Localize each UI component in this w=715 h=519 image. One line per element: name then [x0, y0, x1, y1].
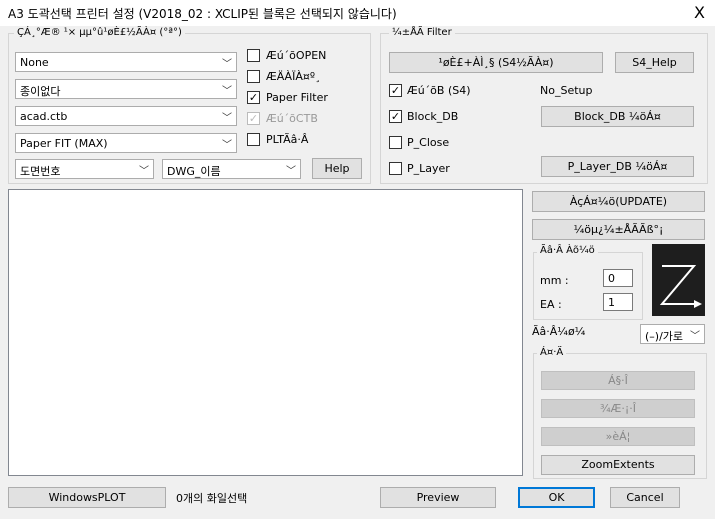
close-icon[interactable]: X [694, 3, 705, 22]
scale-combo[interactable]: Paper FIT (MAX) ﹀ [15, 133, 237, 153]
view-button-3[interactable]: »èÁ¦ [541, 427, 695, 446]
windows-plot-button[interactable]: WindowsPLOT [8, 487, 166, 508]
plot-order-combo[interactable]: (–)/가로 ﹀ [640, 324, 705, 344]
view-button-2[interactable]: ¾Æ·¡·Î [541, 399, 695, 418]
checkbox-p-close-label: P_Close [407, 136, 450, 149]
checkbox-folder-ctb: ✓ [247, 112, 260, 125]
block-db-edit-button[interactable]: Block_DB ¼öÁ¤ [541, 106, 694, 127]
printer-settings-group-label: ÇÁ¸°Æ® ¹× µµ°û¹øÈ£½ÃÀ¤ (°ª°) [14, 27, 185, 38]
no-setup-label: No_Setup [540, 84, 593, 97]
checkbox-file-info-label: ÆÄÀÏÀ¤º¸ [266, 70, 321, 83]
update-button[interactable]: ÀçÁ¤¼ö(UPDATE) [532, 191, 705, 212]
number-name-button[interactable]: ¹øÈ£+ÀÌ¸§ (S4½ÃÀ¤) [389, 52, 603, 73]
checkbox-folder-open[interactable] [247, 49, 260, 62]
cancel-button[interactable]: Cancel [610, 487, 680, 508]
view-button-1[interactable]: Á§·Î [541, 371, 695, 390]
chevron-down-icon: ﹀ [222, 86, 232, 97]
plot-order-label: Ãâ·Â¼ø¼­ [532, 325, 586, 338]
checkbox-paper-filter-label: Paper Filter [266, 91, 328, 104]
s4-help-button[interactable]: S4_Help [615, 52, 694, 73]
checkbox-folder-ctb-label: Æú´õCTB [266, 112, 318, 125]
plot-order-preview-icon [652, 244, 705, 316]
chevron-down-icon: ﹀ [222, 140, 232, 151]
preview-button[interactable]: Preview [380, 487, 496, 508]
checkbox-paper-filter[interactable]: ✓ [247, 91, 260, 104]
file-list[interactable] [8, 189, 523, 476]
filter-group-label: ¼±ÅÃ Filter [389, 27, 455, 38]
copies-group-label: Ãâ·Â Àõ¼ö [537, 245, 598, 256]
checkbox-folder-open-label: Æú´õOPEN [266, 49, 327, 62]
drawing-number-combo[interactable]: 도면번호 ﹀ [15, 159, 154, 179]
view-group-label: Á¤·Ä [537, 347, 567, 358]
player-db-edit-button[interactable]: P_Layer_DB ¼öÁ¤ [541, 156, 694, 177]
dwg-name-combo[interactable]: DWG_이름 ﹀ [162, 159, 301, 179]
checkbox-p-layer[interactable] [389, 162, 402, 175]
checkbox-p-layer-label: P_Layer [407, 162, 450, 175]
chevron-down-icon: ﹀ [690, 331, 700, 342]
printer-combo[interactable]: None ﹀ [15, 52, 237, 72]
mm-label: mm : [540, 274, 569, 287]
file-count-status: 0개의 화일선택 [176, 492, 248, 505]
checkbox-file-info[interactable] [247, 70, 260, 83]
checkbox-plt-output[interactable] [247, 133, 260, 146]
chevron-down-icon: ﹀ [286, 166, 296, 177]
checkbox-folder-b-label: Æú´õB (S4) [407, 84, 471, 97]
checkbox-plt-output-label: PLTÃâ·Â [266, 133, 309, 146]
ea-label: EA : [540, 298, 562, 311]
chevron-down-icon: ﹀ [139, 166, 149, 177]
plot-style-combo[interactable]: acad.ctb ﹀ [15, 106, 237, 126]
ea-input[interactable]: 1 [603, 293, 633, 311]
checkbox-p-close[interactable] [389, 136, 402, 149]
mm-input[interactable]: 0 [603, 269, 633, 287]
checkbox-folder-b[interactable]: ✓ [389, 84, 402, 97]
chevron-down-icon: ﹀ [222, 59, 232, 70]
zoom-extents-button[interactable]: ZoomExtents [541, 455, 695, 475]
checkbox-block-db-label: Block_DB [407, 110, 459, 123]
help-button[interactable]: Help [312, 158, 362, 179]
checkbox-block-db[interactable]: ✓ [389, 110, 402, 123]
window-title: A3 도곽선택 프린터 설정 (V2018_02 : XCLIP된 블록은 선택… [8, 7, 397, 21]
paper-combo[interactable]: 종이없다 ﹀ [15, 79, 237, 99]
manual-select-button[interactable]: ¼öµ¿¼±ÅÃÃß°¡ [532, 219, 705, 240]
chevron-down-icon: ﹀ [222, 113, 232, 124]
ok-button[interactable]: OK [518, 487, 595, 508]
